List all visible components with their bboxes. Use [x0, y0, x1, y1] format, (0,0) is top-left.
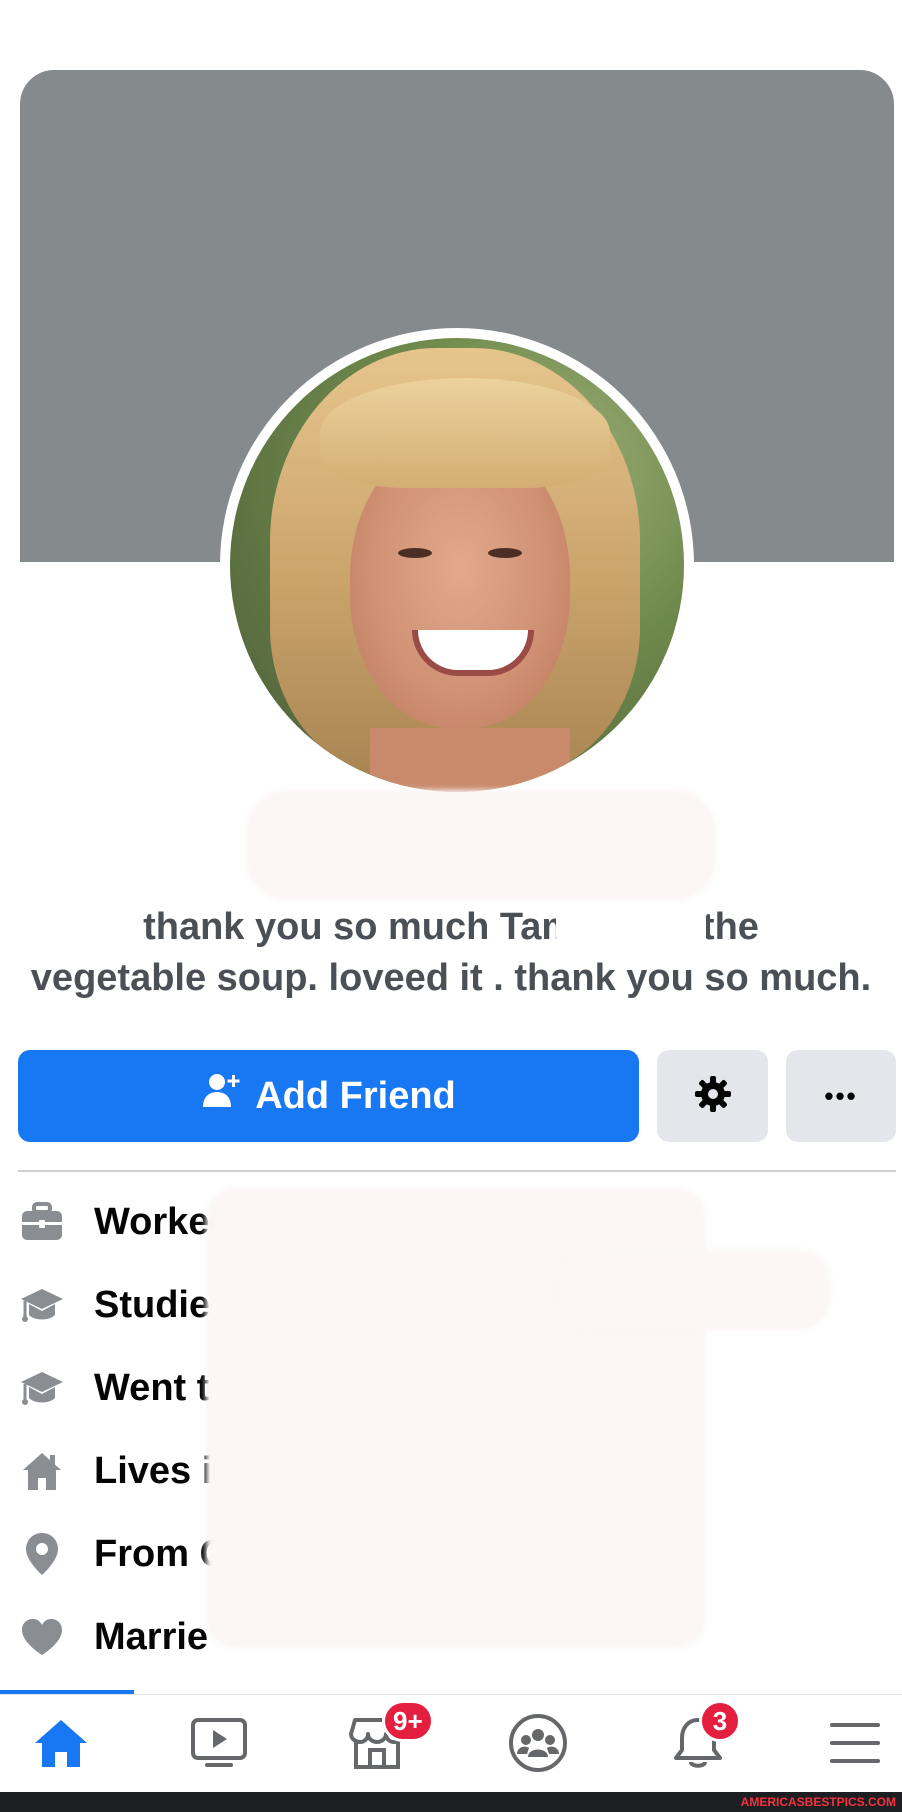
bio-line-1: thank you so much Tammy for the [143, 906, 759, 948]
graduation-cap-icon [18, 1364, 66, 1412]
intro-went-to: Went t [18, 1358, 209, 1418]
menu-icon [828, 1720, 882, 1771]
profile-photo-image [230, 338, 684, 792]
watch-video-icon [190, 1717, 248, 1774]
nav-home[interactable] [6, 1700, 116, 1790]
profile-bio: thank you so much Tammy for the vegetabl… [0, 902, 902, 1004]
redacted-surname [556, 906, 706, 950]
graduation-cap-icon [18, 1281, 66, 1329]
location-pin-icon [18, 1530, 66, 1578]
add-friend-label: Add Friend [255, 1074, 456, 1117]
bottom-nav-divider [0, 1694, 902, 1695]
nav-watch[interactable] [164, 1700, 274, 1790]
intro-relationship: Marrie [18, 1607, 208, 1667]
nav-menu[interactable] [800, 1700, 902, 1790]
notifications-badge: 3 [699, 1700, 741, 1742]
redacted-intro-details-right [560, 1250, 830, 1330]
more-icon: ••• [824, 1080, 858, 1111]
watermark: AMERICASBESTPICS.COM [740, 1795, 896, 1809]
profile-picture[interactable] [220, 328, 694, 802]
home-icon [33, 1717, 89, 1774]
house-icon [18, 1447, 66, 1495]
settings-button[interactable] [657, 1050, 768, 1142]
intro-relationship-text: Marrie [94, 1615, 209, 1658]
marketplace-badge: 9+ [382, 1700, 434, 1742]
intro-lives-in: Lives in [18, 1441, 236, 1501]
briefcase-icon [18, 1198, 66, 1246]
add-friend-icon [201, 1071, 241, 1121]
section-divider [18, 1170, 896, 1172]
more-options-button[interactable]: ••• [786, 1050, 896, 1142]
intro-went-to-text: Went t [94, 1366, 210, 1409]
redacted-name [246, 790, 716, 900]
bio-line-2: vegetable soup. loveed it . thank you so… [30, 957, 872, 999]
heart-icon [18, 1613, 66, 1661]
nav-groups[interactable] [483, 1700, 593, 1790]
add-friend-button[interactable]: Add Friend [18, 1050, 639, 1142]
groups-icon [508, 1713, 568, 1778]
intro-from: From C [18, 1524, 227, 1584]
gear-icon [693, 1074, 733, 1119]
